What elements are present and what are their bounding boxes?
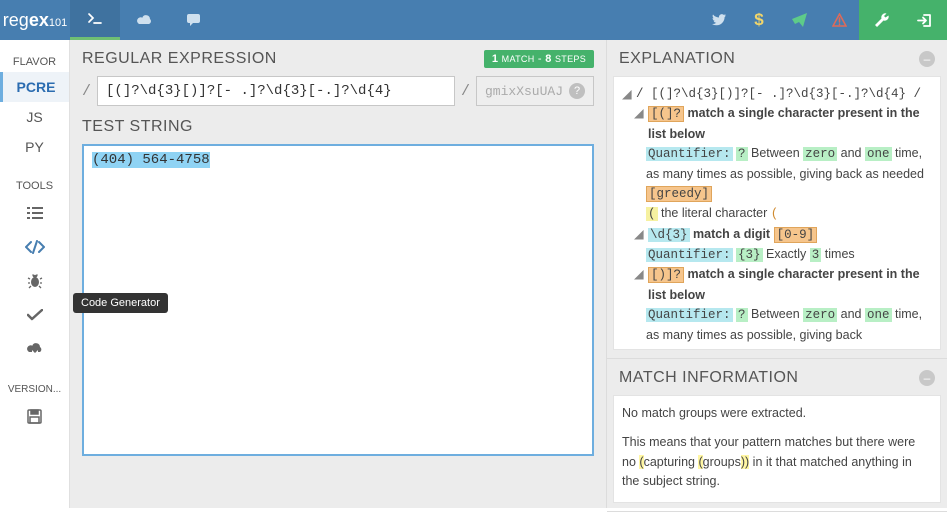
- regex-row: / / gmixXsuUAJ ?: [82, 76, 594, 106]
- help-icon[interactable]: ?: [569, 83, 585, 99]
- sidebar: FLAVOR PCRE JS PY TOOLS VERSION... Code …: [0, 40, 70, 508]
- matchinfo-body: No match groups were extracted. This mea…: [613, 395, 941, 503]
- match-highlight: (404) 564-4758: [92, 152, 210, 168]
- cloud-download-icon[interactable]: [0, 332, 69, 366]
- slash-close: /: [461, 83, 470, 100]
- flavor-py[interactable]: PY: [0, 132, 69, 162]
- teststring-title: TEST STRING: [82, 118, 594, 136]
- tooltip-code-generator: Code Generator: [73, 293, 168, 313]
- explanation-body[interactable]: ◢/ [(]?\d{3}[)]?[- .]?\d{3}[-.]?\d{4} / …: [613, 76, 941, 350]
- twitter-icon[interactable]: [699, 0, 739, 40]
- flavor-js[interactable]: JS: [0, 102, 69, 132]
- matchinfo-line1: No match groups were extracted.: [622, 404, 932, 423]
- regex-input[interactable]: [97, 76, 455, 106]
- matchinfo-line2: This means that your pattern matches but…: [622, 433, 932, 491]
- slash-open: /: [82, 83, 91, 100]
- explanation-title: EXPLANATION: [619, 50, 735, 68]
- explanation-pattern: / [(]?\d{3}[)]?[- .]?\d{3}[-.]?\d{4} /: [636, 85, 932, 104]
- collapse-icon[interactable]: –: [919, 51, 935, 67]
- tab-chat[interactable]: [170, 0, 220, 40]
- topbar-actions: [859, 0, 947, 40]
- signin-icon[interactable]: [903, 0, 947, 40]
- regex-title-row: REGULAR EXPRESSION 1 MATCH - 8 STEPS: [82, 50, 594, 68]
- top-tabs: [70, 0, 220, 40]
- paper-plane-icon[interactable]: [779, 0, 819, 40]
- matchinfo-title: MATCH INFORMATION: [619, 369, 798, 387]
- version-label: VERSION...: [0, 376, 69, 399]
- warning-icon[interactable]: [819, 0, 859, 40]
- list-icon[interactable]: [0, 196, 69, 230]
- collapse-icon[interactable]: –: [919, 370, 935, 386]
- explanation-panel: EXPLANATION – ◢/ [(]?\d{3}[)]?[- .]?\d{3…: [607, 40, 947, 359]
- code-generator-icon[interactable]: [0, 230, 69, 264]
- matchinfo-panel: MATCH INFORMATION – No match groups were…: [607, 359, 947, 512]
- check-icon[interactable]: [0, 298, 69, 332]
- regex-title: REGULAR EXPRESSION: [82, 50, 277, 68]
- dollar-icon[interactable]: $: [739, 0, 779, 40]
- right-panel: EXPLANATION – ◢/ [(]?\d{3}[)]?[- .]?\d{3…: [607, 40, 947, 508]
- tools-label: TOOLS: [0, 172, 69, 196]
- tab-terminal[interactable]: [70, 0, 120, 40]
- topbar: regex101 $: [0, 0, 947, 40]
- main: FLAVOR PCRE JS PY TOOLS VERSION... Code …: [0, 40, 947, 508]
- topbar-right: $: [699, 0, 947, 40]
- center-panel: REGULAR EXPRESSION 1 MATCH - 8 STEPS / /…: [70, 40, 607, 508]
- bug-icon[interactable]: [0, 264, 69, 298]
- flavor-pcre[interactable]: PCRE: [0, 72, 69, 102]
- match-badge: 1 MATCH - 8 STEPS: [484, 50, 594, 68]
- save-icon[interactable]: [0, 399, 69, 433]
- flags-box[interactable]: gmixXsuUAJ ?: [476, 76, 594, 106]
- tab-cloud[interactable]: [120, 0, 170, 40]
- logo: regex101: [0, 0, 70, 40]
- wrench-icon[interactable]: [859, 0, 903, 40]
- flags-placeholder: gmixXsuUAJ: [485, 84, 563, 99]
- flavor-label: FLAVOR: [0, 48, 69, 72]
